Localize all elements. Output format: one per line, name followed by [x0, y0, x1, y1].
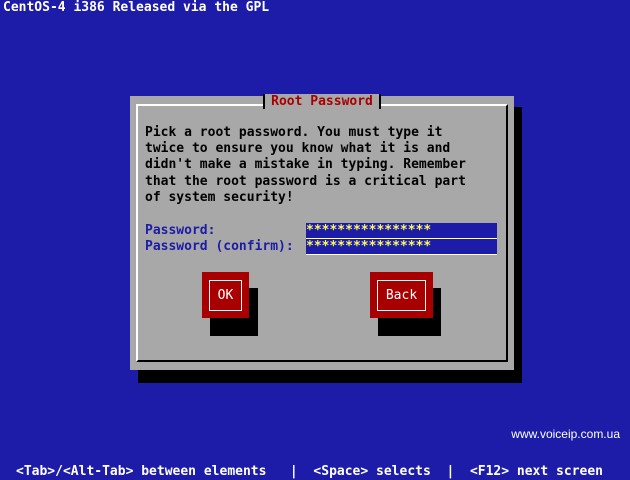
- dialog-title: Root Password: [130, 94, 514, 110]
- dialog-title-text: Root Password: [263, 94, 381, 109]
- ok-button-label: OK: [208, 279, 243, 311]
- back-button-label: Back: [376, 279, 427, 311]
- password-confirm-label: Password (confirm):: [145, 239, 294, 254]
- password-field[interactable]: ****************: [306, 223, 497, 239]
- ok-button[interactable]: OK: [202, 272, 249, 318]
- watermark-text: www.voiceip.com.ua: [511, 427, 620, 441]
- installer-title: CentOS-4 i386 Released via the GPL: [3, 0, 270, 15]
- footer-help-bar: <Tab>/<Alt-Tab> between elements | <Spac…: [16, 464, 603, 479]
- back-button[interactable]: Back: [370, 272, 433, 318]
- password-confirm-field[interactable]: ****************: [306, 239, 497, 255]
- instructions-text: Pick a root password. You must type it t…: [145, 125, 466, 205]
- password-label: Password:: [145, 223, 216, 238]
